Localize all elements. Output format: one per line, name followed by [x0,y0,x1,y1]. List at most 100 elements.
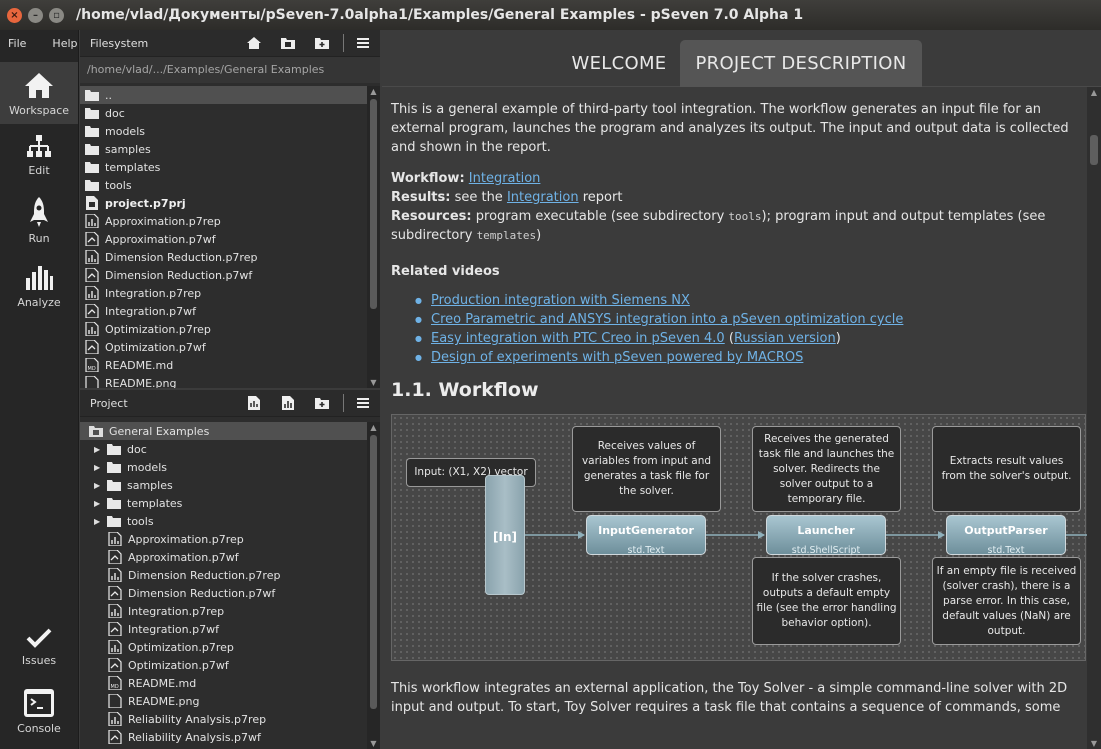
bar-chart-icon [26,266,53,290]
video-link[interactable]: Easy integration with PTC Creo in pSeven… [431,331,725,346]
expand-arrow-icon[interactable]: ▶ [94,517,102,526]
nav-edit[interactable]: Edit [0,134,78,186]
project-root-item[interactable]: General Examples [80,422,367,440]
add-report-icon[interactable] [279,394,297,412]
item-label: models [127,460,167,474]
list-item[interactable]: README.png [80,692,367,710]
item-label: doc [105,106,125,120]
close-window-button[interactable]: × [7,7,22,23]
home-icon[interactable] [245,34,263,52]
video-link[interactable]: Creo Parametric and ANSYS integration in… [431,312,903,327]
list-item[interactable]: Approximation.p7rep [80,212,367,230]
workflow-line: Workflow: Integration [391,171,541,186]
new-folder-icon[interactable] [313,34,331,52]
list-item[interactable]: MD README.md [80,674,367,692]
item-label: Dimension Reduction.p7rep [128,568,281,582]
project-folder-icon[interactable] [279,34,297,52]
expand-arrow-icon[interactable]: ▶ [94,445,102,454]
workflow-file-icon [108,730,122,744]
new-folder-icon[interactable] [313,394,331,412]
empty-file-note: If an empty file is received (solver cra… [932,557,1081,645]
list-item[interactable]: .. [80,86,367,104]
list-item[interactable]: project.p7prj [80,194,367,212]
report-file-icon [85,322,99,336]
content-scrollbar[interactable]: ▲ ▼ [1087,87,1101,749]
input-generator-block[interactable]: InputGenerator std.Text [586,515,706,556]
list-item[interactable]: ▶ templates [80,494,367,512]
menu-file[interactable]: File [0,37,34,50]
report-file-icon [85,286,99,300]
input-block[interactable]: [In] [485,475,525,595]
left-navigation: File Help Workspace Edit Run Analyze Iss… [0,30,79,749]
nav-run[interactable]: Run [0,196,78,252]
maximize-window-button[interactable]: ▫ [49,7,64,23]
list-item[interactable]: Integration.p7wf [80,620,367,638]
list-item[interactable]: ▶ models [80,458,367,476]
list-item[interactable]: README.png [80,374,367,388]
project-description: This is a general example of third-party… [382,87,1087,749]
menu-icon[interactable] [354,34,372,52]
folder-icon [107,480,121,491]
list-item[interactable]: Reliability Analysis.p7rep [80,710,367,728]
item-label: doc [127,442,147,456]
list-item[interactable]: Approximation.p7rep [80,530,367,548]
list-item[interactable]: doc [80,104,367,122]
menu-icon[interactable] [354,394,372,412]
list-item[interactable]: Dimension Reduction.p7wf [80,584,367,602]
list-item[interactable]: Reliability Analysis.p7wf [80,728,367,746]
list-item[interactable]: Optimization.p7rep [80,638,367,656]
project-panel: Project General Examples ▶ doc ▶ models ▶ sam… [80,390,380,749]
list-item[interactable]: Approximation.p7wf [80,548,367,566]
list-item[interactable]: Optimization.p7wf [80,656,367,674]
list-item[interactable]: Dimension Reduction.p7rep [80,248,367,266]
expand-arrow-icon[interactable]: ▶ [94,463,102,472]
nav-console[interactable]: Console [0,688,78,740]
video-link-russian[interactable]: Russian version [734,331,836,346]
image-file-icon [85,376,99,388]
list-item[interactable]: Dimension Reduction.p7wf [80,266,367,284]
expand-arrow-icon[interactable]: ▶ [94,499,102,508]
workflow-file-icon [108,586,122,600]
list-item[interactable]: Dimension Reduction.p7rep [80,566,367,584]
project-scrollbar[interactable]: ▲ ▼ [367,422,380,749]
nav-issues[interactable]: Issues [0,626,78,674]
list-item[interactable]: samples [80,140,367,158]
nav-workspace[interactable]: Workspace [0,62,78,124]
list-item[interactable]: templates [80,158,367,176]
list-item[interactable]: models [80,122,367,140]
item-label: Reliability Analysis.p7rep [128,712,267,726]
tab-welcome[interactable]: WELCOME [559,40,679,87]
report-file-icon [108,532,122,546]
list-item[interactable]: Optimization.p7wf [80,338,367,356]
launcher-block[interactable]: Launcher std.ShellScript [766,515,886,556]
video-link[interactable]: Production integration with Siemens NX [431,293,690,308]
list-item[interactable]: ▶ tools [80,512,367,530]
item-label: .. [105,88,112,102]
minimize-window-button[interactable]: – [28,7,43,23]
list-item[interactable]: Integration.p7rep [80,284,367,302]
list-item[interactable]: Integration.p7wf [80,302,367,320]
report-file-icon [108,712,122,726]
list-item[interactable]: tools [80,176,367,194]
list-item[interactable]: ▶ samples [80,476,367,494]
folder-icon [85,108,99,119]
list-item[interactable]: MD README.md [80,356,367,374]
nav-analyze[interactable]: Analyze [0,264,78,316]
list-item[interactable]: Approximation.p7wf [80,230,367,248]
results-link[interactable]: Integration [507,190,579,205]
item-label: Optimization.p7wf [105,340,206,354]
item-label: templates [105,160,161,174]
video-link[interactable]: Design of experiments with pSeven powere… [431,350,803,365]
output-parser-block[interactable]: OutputParser std.Text [946,515,1066,556]
list-item[interactable]: Optimization.p7rep [80,320,367,338]
window-titlebar: × – ▫ /home/vlad/Документы/pSeven-7.0alp… [0,0,1101,30]
filesystem-scrollbar[interactable]: ▲ ▼ [367,86,380,388]
workflow-link[interactable]: Integration [469,171,541,186]
add-workflow-icon[interactable] [245,394,263,412]
list-item[interactable]: ▶ doc [80,440,367,458]
project-file-icon [86,196,98,210]
tab-project-description[interactable]: PROJECT DESCRIPTION [680,40,922,87]
expand-arrow-icon[interactable]: ▶ [94,481,102,490]
tab-bar: WELCOME PROJECT DESCRIPTION [382,30,1101,87]
list-item[interactable]: Integration.p7rep [80,602,367,620]
